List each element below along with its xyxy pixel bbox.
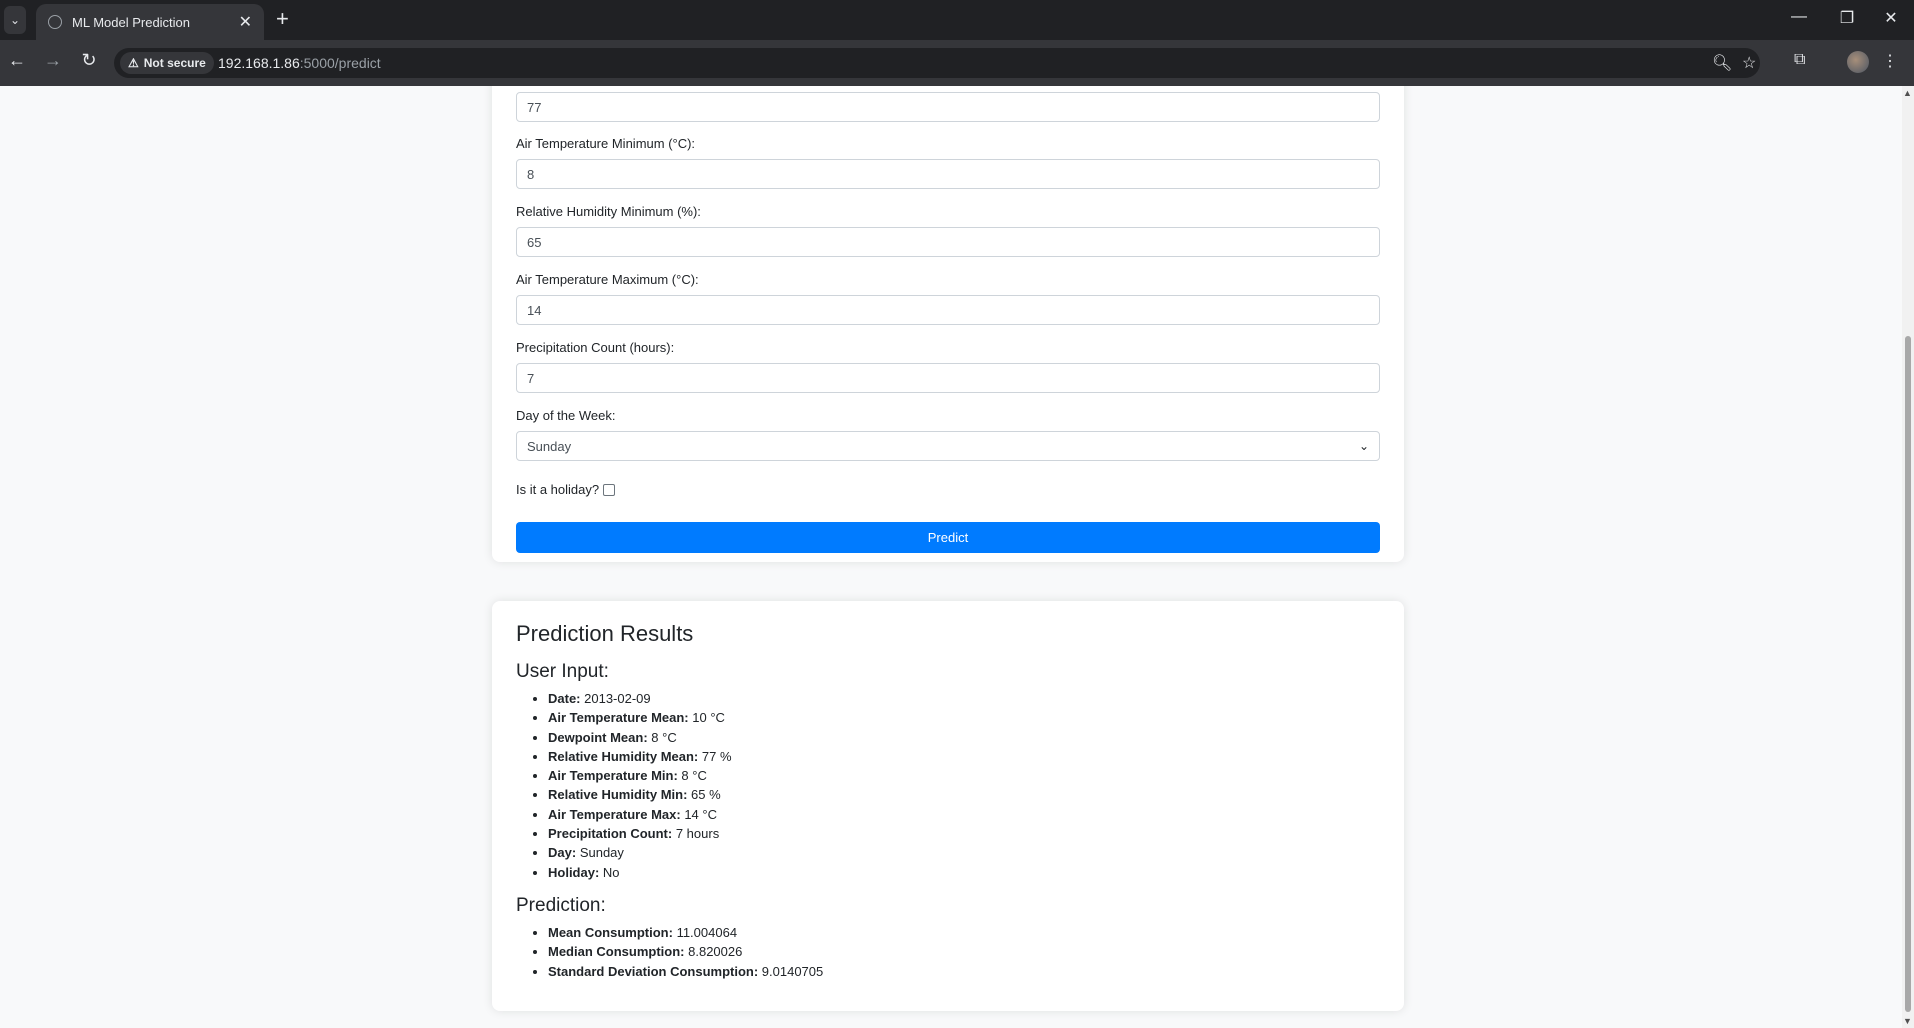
page-viewport: Air Temperature Minimum (°C): Relative H… — [0, 86, 1902, 1028]
url-text[interactable]: 192.168.1.86:5000/predict — [218, 55, 381, 71]
air-temp-max-label: Air Temperature Maximum (°C): — [516, 272, 699, 287]
globe-icon — [48, 15, 62, 29]
security-label: Not secure — [143, 56, 206, 70]
bookmark-star-icon[interactable]: ☆ — [1742, 53, 1756, 73]
humidity-min-input[interactable] — [516, 227, 1380, 257]
list-item: Mean Consumption: 11.004064 — [548, 923, 823, 942]
reload-button[interactable]: ↻ — [76, 50, 102, 71]
air-temp-max-input[interactable] — [516, 295, 1380, 325]
restore-button[interactable]: ❐ — [1832, 8, 1862, 28]
prediction-results: Prediction Results User Input: Date: 201… — [492, 601, 1404, 1011]
url-path: :5000/predict — [299, 55, 381, 71]
menu-icon[interactable]: ⋮ — [1882, 51, 1898, 71]
list-item: Dewpoint Mean: 8 °C — [548, 728, 732, 747]
holiday-checkbox[interactable] — [603, 483, 616, 496]
list-item: Precipitation Count: 7 hours — [548, 824, 732, 843]
url-host: 192.168.1.86 — [218, 55, 300, 71]
list-item: Day: Sunday — [548, 843, 732, 862]
scroll-thumb[interactable] — [1905, 336, 1911, 1012]
forward-button[interactable]: → — [40, 50, 66, 71]
day-of-week-label: Day of the Week: — [516, 408, 616, 423]
list-item: Air Temperature Mean: 10 °C — [548, 708, 732, 727]
results-title: Prediction Results — [516, 621, 694, 646]
predict-button[interactable]: Predict — [516, 522, 1380, 553]
page-scrollbar[interactable]: ▲ ▼ — [1902, 86, 1914, 1028]
scroll-up-arrow-icon[interactable]: ▲ — [1903, 88, 1912, 98]
zoom-icon[interactable]: 🔍︎ — [1712, 53, 1732, 73]
warning-icon: ⚠ — [128, 56, 139, 70]
holiday-row: Is it a holiday? — [516, 482, 616, 497]
list-item: Median Consumption: 8.820026 — [548, 942, 823, 961]
chevron-down-icon: ⌄ — [9, 13, 21, 27]
list-item: Air Temperature Max: 14 °C — [548, 805, 732, 824]
precipitation-input[interactable] — [516, 363, 1380, 393]
tab-title: ML Model Prediction — [72, 14, 191, 30]
chevron-down-icon: ⌄ — [1358, 439, 1369, 453]
air-temp-min-label: Air Temperature Minimum (°C): — [516, 136, 696, 151]
security-indicator[interactable]: ⚠ Not secure — [120, 52, 214, 74]
browser-tab[interactable]: ML Model Prediction ✕ — [36, 4, 264, 40]
extensions-icon[interactable]: ⧉ — [1794, 51, 1805, 69]
profile-avatar[interactable] — [1847, 51, 1869, 73]
list-item: Relative Humidity Mean: 77 % — [548, 747, 732, 766]
tab-search-button[interactable]: ⌄ — [4, 6, 26, 34]
air-temp-min-input[interactable] — [516, 159, 1380, 189]
close-window-button[interactable]: ✕ — [1876, 8, 1906, 28]
prediction-heading: Prediction: — [516, 895, 606, 916]
list-item: Air Temperature Min: 8 °C — [548, 766, 732, 785]
user-input-list: Date: 2013-02-09 Air Temperature Mean: 1… — [516, 689, 732, 882]
list-item: Relative Humidity Min: 65 % — [548, 785, 732, 804]
prediction-form: Air Temperature Minimum (°C): Relative H… — [492, 86, 1404, 562]
prediction-list: Mean Consumption: 11.004064 Median Consu… — [516, 923, 823, 981]
day-selected-value: Sunday — [527, 438, 572, 454]
list-item: Standard Deviation Consumption: 9.014070… — [548, 962, 823, 981]
new-tab-button[interactable]: + — [276, 7, 289, 31]
address-bar[interactable]: ⚠ Not secure 192.168.1.86:5000/predict 🔍… — [114, 48, 1760, 78]
precipitation-label: Precipitation Count (hours): — [516, 340, 675, 355]
humidity-min-label: Relative Humidity Minimum (%): — [516, 204, 701, 219]
day-of-week-select[interactable]: Sunday ⌄ — [516, 431, 1380, 461]
holiday-label: Is it a holiday? — [516, 482, 600, 497]
scroll-down-arrow-icon[interactable]: ▼ — [1903, 1016, 1912, 1026]
tab-strip: ⌄ ML Model Prediction ✕ + — ❐ ✕ — [0, 0, 1914, 40]
relative-humidity-mean-input[interactable] — [516, 92, 1380, 122]
close-tab-icon[interactable]: ✕ — [239, 12, 252, 32]
minimize-button[interactable]: — — [1784, 8, 1814, 26]
list-item: Holiday: No — [548, 863, 732, 882]
list-item: Date: 2013-02-09 — [548, 689, 732, 708]
user-input-heading: User Input: — [516, 661, 609, 682]
browser-toolbar: ← → ↻ ⚠ Not secure 192.168.1.86:5000/pre… — [0, 40, 1914, 86]
back-button[interactable]: ← — [4, 50, 30, 71]
